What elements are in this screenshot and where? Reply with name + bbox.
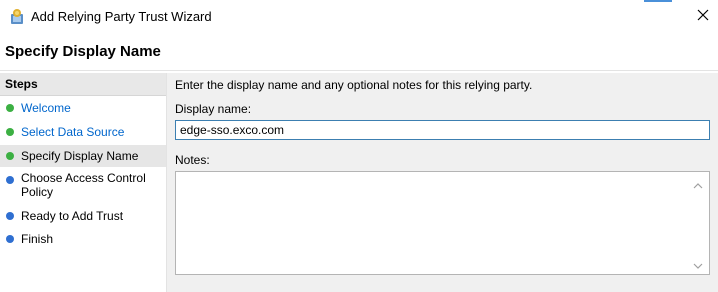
display-name-label: Display name: bbox=[175, 102, 252, 116]
close-button[interactable] bbox=[688, 0, 718, 34]
notes-label: Notes: bbox=[175, 153, 210, 167]
step-finish: Finish bbox=[0, 229, 166, 249]
main-content: Enter the display name and any optional … bbox=[167, 73, 718, 292]
step-status-icon bbox=[6, 212, 14, 220]
page-title: Specify Display Name bbox=[5, 43, 161, 60]
step-label[interactable]: Welcome bbox=[21, 101, 161, 115]
title-accent-line bbox=[644, 0, 672, 2]
step-specify-display-name: Specify Display Name bbox=[0, 145, 166, 167]
step-choose-access-control-policy: Choose Access Control Policy bbox=[0, 169, 166, 203]
step-status-icon bbox=[6, 152, 14, 160]
notes-textarea[interactable] bbox=[175, 171, 710, 275]
title-bar[interactable]: Add Relying Party Trust Wizard bbox=[0, 0, 718, 34]
steps-header: Steps bbox=[0, 73, 166, 96]
step-ready-to-add-trust: Ready to Add Trust bbox=[0, 206, 166, 226]
scroll-down-icon[interactable] bbox=[693, 258, 703, 269]
window-title: Add Relying Party Trust Wizard bbox=[31, 9, 212, 24]
step-label: Finish bbox=[21, 232, 54, 246]
instruction-text: Enter the display name and any optional … bbox=[175, 78, 533, 92]
close-icon bbox=[697, 8, 709, 26]
step-label: Specify Display Name bbox=[21, 149, 139, 163]
step-label: Choose Access Control Policy bbox=[21, 171, 146, 199]
step-status-icon bbox=[6, 176, 14, 184]
adfs-wizard-icon bbox=[8, 8, 26, 26]
step-status-icon bbox=[6, 104, 14, 112]
steps-panel: Steps Welcome Select Data Source Specify… bbox=[0, 73, 166, 292]
display-name-input[interactable] bbox=[175, 120, 710, 140]
step-label[interactable]: Select Data Source bbox=[21, 125, 161, 139]
scroll-up-icon[interactable] bbox=[693, 178, 703, 189]
step-label: Ready to Add Trust bbox=[21, 209, 124, 223]
step-select-data-source[interactable]: Select Data Source bbox=[0, 122, 166, 142]
step-status-icon bbox=[6, 128, 14, 136]
page-header: Specify Display Name bbox=[0, 34, 718, 71]
steps-header-label: Steps bbox=[5, 77, 38, 91]
step-status-icon bbox=[6, 235, 14, 243]
wizard-window: Add Relying Party Trust Wizard Specify D… bbox=[0, 0, 718, 292]
step-welcome[interactable]: Welcome bbox=[0, 98, 166, 118]
